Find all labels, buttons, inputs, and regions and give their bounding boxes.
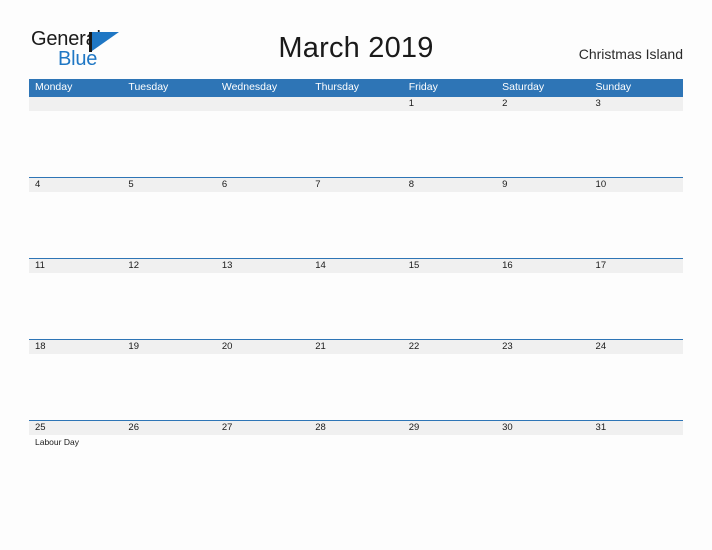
day-of-week-thursday: Thursday (315, 81, 360, 93)
week-day-numbers: 18 19 20 21 22 23 24 (29, 340, 683, 354)
day-number[interactable]: 15 (403, 259, 496, 273)
day-event (29, 192, 122, 257)
week-day-events: Labour Day (29, 435, 683, 500)
day-event (590, 111, 683, 176)
day-number[interactable]: 27 (216, 421, 309, 435)
week-day-events (29, 192, 683, 257)
day-event (590, 273, 683, 338)
page-header: General Blue March 2019 Christmas Island (0, 0, 712, 78)
calendar-week-row: 4 5 6 7 8 9 10 (29, 177, 683, 258)
week-day-numbers: 1 2 3 (29, 97, 683, 111)
day-number[interactable]: 16 (496, 259, 589, 273)
day-number[interactable]: 6 (216, 178, 309, 192)
week-day-numbers: 25 26 27 28 29 30 31 (29, 421, 683, 435)
day-event (496, 273, 589, 338)
calendar-week-row: 25 26 27 28 29 30 31 Labour Day (29, 420, 683, 501)
day-number[interactable]: 26 (122, 421, 215, 435)
day-number[interactable]: 20 (216, 340, 309, 354)
day-number[interactable]: 18 (29, 340, 122, 354)
day-of-week-header-row: Monday Tuesday Wednesday Thursday Friday… (29, 79, 683, 96)
day-number[interactable]: 3 (590, 97, 683, 111)
day-event (216, 192, 309, 257)
day-of-week-monday: Monday (35, 81, 73, 93)
day-event (403, 435, 496, 500)
day-number[interactable]: 29 (403, 421, 496, 435)
day-event (496, 435, 589, 500)
day-event (29, 273, 122, 338)
day-event (122, 435, 215, 500)
day-number[interactable]: 30 (496, 421, 589, 435)
day-number[interactable] (309, 97, 402, 111)
day-number[interactable]: 13 (216, 259, 309, 273)
day-event (29, 111, 122, 176)
day-event (309, 192, 402, 257)
day-number[interactable]: 5 (122, 178, 215, 192)
day-number[interactable]: 28 (309, 421, 402, 435)
day-event (590, 192, 683, 257)
day-number[interactable]: 11 (29, 259, 122, 273)
day-number[interactable]: 23 (496, 340, 589, 354)
day-number[interactable]: 22 (403, 340, 496, 354)
day-number[interactable]: 12 (122, 259, 215, 273)
day-event (496, 192, 589, 257)
week-day-events (29, 354, 683, 419)
day-of-week-tuesday: Tuesday (128, 81, 169, 93)
day-event (590, 435, 683, 500)
week-day-events (29, 111, 683, 176)
day-number[interactable]: 7 (309, 178, 402, 192)
day-event (309, 435, 402, 500)
day-event (309, 111, 402, 176)
calendar-week-row: 1 2 3 (29, 96, 683, 177)
day-number[interactable] (122, 97, 215, 111)
day-number[interactable]: 14 (309, 259, 402, 273)
day-event (403, 354, 496, 419)
day-of-week-saturday: Saturday (502, 81, 545, 93)
day-event-holiday: Labour Day (35, 437, 79, 447)
day-number[interactable]: 21 (309, 340, 402, 354)
day-event (122, 273, 215, 338)
day-number[interactable]: 24 (590, 340, 683, 354)
day-event (122, 354, 215, 419)
day-event (216, 273, 309, 338)
calendar-grid: Monday Tuesday Wednesday Thursday Friday… (29, 79, 683, 501)
day-number[interactable]: 1 (403, 97, 496, 111)
calendar-week-row: 18 19 20 21 22 23 24 (29, 339, 683, 420)
day-event (403, 111, 496, 176)
calendar-page: General Blue March 2019 Christmas Island… (0, 0, 712, 550)
locale-label: Christmas Island (578, 46, 683, 62)
day-event (590, 354, 683, 419)
day-event (496, 111, 589, 176)
week-day-numbers: 11 12 13 14 15 16 17 (29, 259, 683, 273)
day-event (403, 192, 496, 257)
day-event (496, 354, 589, 419)
day-number[interactable]: 10 (590, 178, 683, 192)
week-day-events (29, 273, 683, 338)
day-event (309, 354, 402, 419)
week-day-numbers: 4 5 6 7 8 9 10 (29, 178, 683, 192)
day-event (29, 354, 122, 419)
day-event (309, 273, 402, 338)
day-event (122, 192, 215, 257)
day-event (216, 111, 309, 176)
calendar-week-row: 11 12 13 14 15 16 17 (29, 258, 683, 339)
day-number[interactable] (216, 97, 309, 111)
day-event (216, 354, 309, 419)
day-number[interactable]: 17 (590, 259, 683, 273)
day-of-week-friday: Friday (408, 81, 438, 93)
day-number[interactable]: 25 (29, 421, 122, 435)
day-number[interactable]: 4 (29, 178, 122, 192)
day-of-week-sunday: Sunday (595, 81, 632, 93)
day-number[interactable]: 19 (122, 340, 215, 354)
day-number[interactable]: 8 (403, 178, 496, 192)
day-of-week-wednesday: Wednesday (221, 81, 278, 93)
day-event (216, 435, 309, 500)
day-number[interactable] (29, 97, 122, 111)
day-number[interactable]: 2 (496, 97, 589, 111)
day-event (403, 273, 496, 338)
day-number[interactable]: 31 (590, 421, 683, 435)
day-event (122, 111, 215, 176)
day-number[interactable]: 9 (496, 178, 589, 192)
